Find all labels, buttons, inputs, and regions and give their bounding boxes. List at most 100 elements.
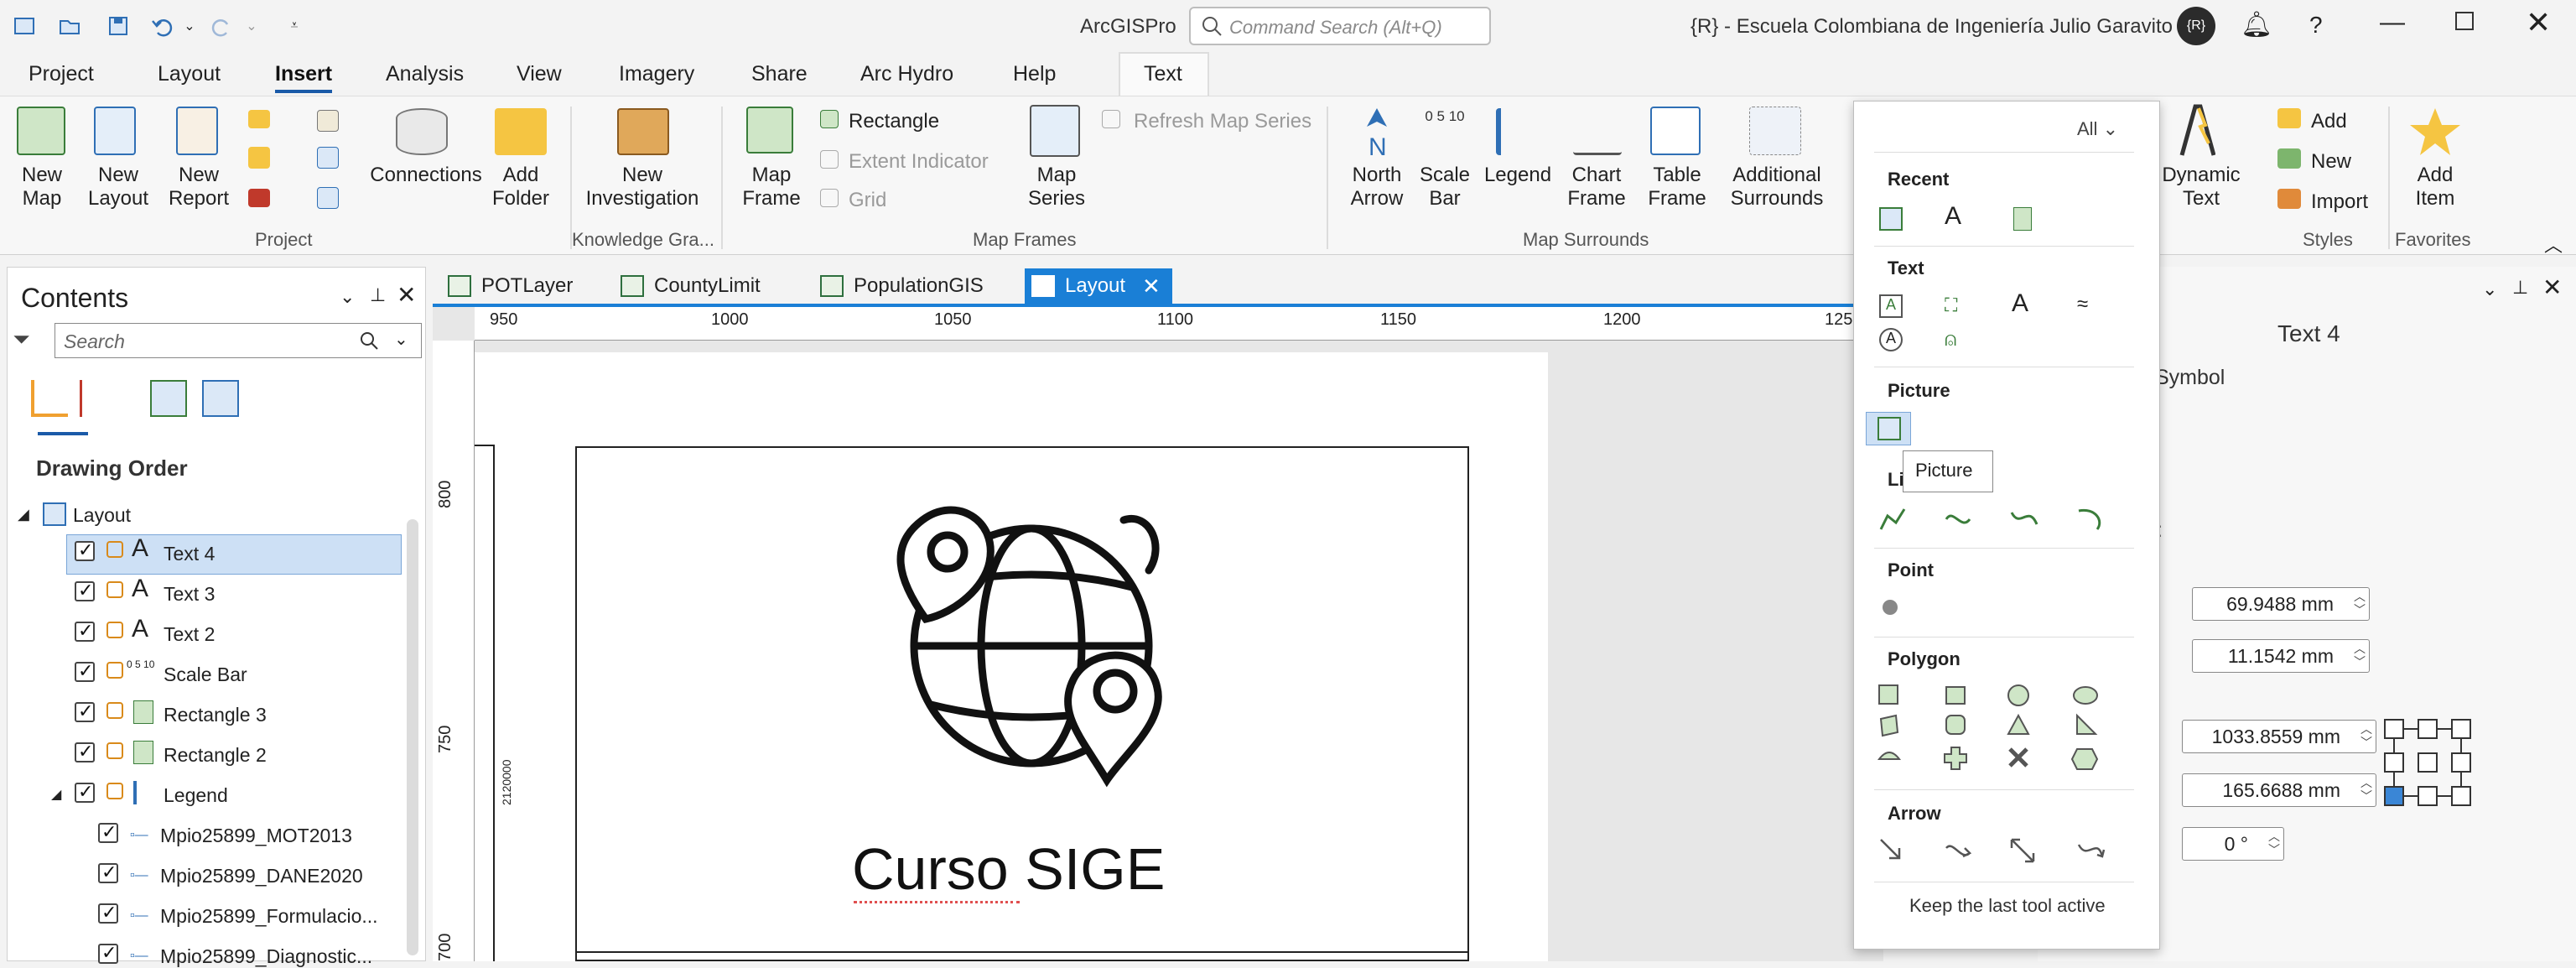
undo-dropdown-icon[interactable]: ⌄ bbox=[181, 12, 198, 40]
tree-item-mot2013[interactable]: Mpio25899_MOT2013 bbox=[160, 825, 352, 847]
tree-item-text-3[interactable]: Text 3 bbox=[164, 583, 215, 606]
pin-icon[interactable]: ⊥ bbox=[2512, 277, 2528, 299]
doc-tab-layout-active[interactable]: Layout ✕ bbox=[1025, 268, 1172, 304]
tab-insert[interactable]: Insert bbox=[275, 62, 333, 93]
chart-frame-button[interactable]: Chart Frame bbox=[1556, 164, 1637, 211]
tab-share[interactable]: Share bbox=[751, 62, 808, 86]
lock-icon[interactable] bbox=[106, 742, 123, 759]
layout-title-text[interactable]: Curso SIGE bbox=[852, 835, 1165, 903]
visibility-checkbox[interactable] bbox=[75, 580, 95, 601]
add-folder-button[interactable]: Add Folder bbox=[483, 164, 558, 211]
spinner-icon[interactable]: ︿ ﹀ bbox=[2268, 830, 2280, 856]
help-icon[interactable]: ? bbox=[2309, 12, 2323, 39]
picture-icon[interactable] bbox=[1879, 207, 1903, 231]
close-pane-icon[interactable]: ✕ bbox=[2542, 273, 2562, 301]
lock-icon[interactable] bbox=[106, 662, 123, 679]
connections-button[interactable]: Connections bbox=[367, 164, 485, 187]
spinner-icon[interactable]: ︿ ﹀ bbox=[2354, 642, 2366, 669]
visibility-checkbox[interactable] bbox=[75, 620, 95, 642]
line-tools[interactable] bbox=[1877, 504, 2129, 534]
y-position-input[interactable]: 165.6688 mm ︿ ﹀ bbox=[2182, 773, 2376, 807]
new-style-button[interactable]: New bbox=[2311, 150, 2351, 174]
visibility-checkbox[interactable] bbox=[98, 942, 118, 964]
contents-scrollbar[interactable] bbox=[407, 519, 418, 955]
contents-search-input[interactable]: Search ⌄ bbox=[55, 323, 422, 358]
refresh-map-series-button[interactable]: Refresh Map Series bbox=[1134, 110, 1311, 133]
project-icon[interactable] bbox=[10, 12, 39, 40]
dynamic-text-button[interactable]: Dynamic Text bbox=[2155, 164, 2247, 211]
undo-icon[interactable] bbox=[148, 12, 176, 40]
visibility-checkbox[interactable] bbox=[75, 660, 95, 682]
visibility-checkbox[interactable] bbox=[98, 902, 118, 924]
callout-text-icon[interactable]: ⛶ bbox=[1945, 294, 1968, 318]
tree-item-formulacion[interactable]: Mpio25899_Formulacio... bbox=[160, 905, 378, 928]
minimize-icon[interactable]: — bbox=[2380, 8, 2405, 37]
map-frame-edge[interactable] bbox=[475, 445, 495, 961]
tab-view[interactable]: View bbox=[517, 62, 562, 86]
anchor-point-grid[interactable] bbox=[2381, 716, 2474, 809]
tree-item-layout[interactable]: Layout bbox=[73, 504, 131, 527]
visibility-checkbox[interactable] bbox=[75, 700, 95, 722]
gallery-filter-dropdown[interactable]: All ⌄ bbox=[2077, 118, 2118, 140]
customize-toolbar-icon[interactable]: ⩡ bbox=[280, 12, 309, 40]
save-icon[interactable] bbox=[104, 12, 132, 40]
tab-imagery[interactable]: Imagery bbox=[619, 62, 694, 86]
symbol-tab[interactable]: Symbol bbox=[2155, 366, 2225, 390]
doc-tab-countylimit[interactable]: CountyLimit bbox=[614, 268, 808, 304]
text-icon[interactable]: A bbox=[1945, 202, 1968, 230]
spinner-icon[interactable]: ︿ ﹀ bbox=[2360, 776, 2372, 803]
tree-item-text-2[interactable]: Text 2 bbox=[164, 623, 215, 646]
picture-item-icon[interactable] bbox=[1877, 417, 1901, 440]
visibility-checkbox[interactable] bbox=[75, 741, 95, 762]
scale-bar-button[interactable]: Scale Bar bbox=[1415, 164, 1474, 211]
rectangle-icon[interactable] bbox=[2013, 207, 2032, 231]
spinner-icon[interactable]: ︿ ﹀ bbox=[2354, 590, 2366, 617]
collapse-ribbon-icon[interactable]: ︿ bbox=[2544, 231, 2563, 258]
notifications-icon[interactable]: 🔔︎ bbox=[2241, 10, 2272, 39]
ellipse-text-icon[interactable]: ⍝ bbox=[1945, 328, 1968, 351]
polygon-tools[interactable] bbox=[1876, 682, 2127, 774]
lock-icon[interactable] bbox=[106, 622, 123, 638]
visibility-checkbox[interactable] bbox=[75, 539, 95, 561]
style-icon[interactable] bbox=[317, 147, 339, 169]
table-frame-button[interactable]: Table Frame bbox=[1637, 164, 1717, 211]
pane-options-icon[interactable]: ⌄ bbox=[2482, 278, 2497, 300]
lock-icon[interactable] bbox=[106, 581, 123, 598]
selection-icon[interactable] bbox=[80, 380, 113, 417]
add-item-button[interactable]: Add Item bbox=[2397, 164, 2474, 211]
tree-item-rectangle-3[interactable]: Rectangle 3 bbox=[164, 704, 267, 726]
width-input[interactable]: 69.9488 mm ︿ ﹀ bbox=[2192, 587, 2370, 621]
visibility-checkbox[interactable] bbox=[98, 821, 118, 843]
additional-surrounds-button[interactable]: Additional Surrounds bbox=[1719, 164, 1835, 211]
drawing-order-icon[interactable] bbox=[31, 380, 68, 417]
new-map-button[interactable]: New Map bbox=[12, 164, 72, 211]
pin-icon[interactable]: ⊥ bbox=[370, 284, 386, 306]
new-layout-button[interactable]: New Layout bbox=[84, 164, 153, 211]
tab-analysis[interactable]: Analysis bbox=[386, 62, 464, 86]
point-icon[interactable] bbox=[1883, 600, 1898, 615]
x-position-input[interactable]: 1033.8559 mm ︿ ﹀ bbox=[2182, 720, 2376, 753]
redo-dropdown-icon[interactable]: ⌄ bbox=[243, 12, 260, 40]
import-style-button[interactable]: Import bbox=[2311, 190, 2368, 214]
lock-icon[interactable] bbox=[106, 783, 123, 799]
tree-item-diagnostico[interactable]: Mpio25899_Diagnostic... bbox=[160, 945, 372, 968]
doc-tab-populationgis[interactable]: PopulationGIS bbox=[813, 268, 1021, 304]
globe-location-icon[interactable] bbox=[872, 487, 1174, 797]
pane-options-icon[interactable]: ⌄ bbox=[340, 286, 355, 308]
avatar[interactable]: {R} bbox=[2177, 7, 2215, 45]
extent-indicator-button[interactable]: Extent Indicator bbox=[849, 150, 989, 174]
tree-item-dane2020[interactable]: Mpio25899_DANE2020 bbox=[160, 865, 363, 887]
toolbox-icon[interactable] bbox=[248, 147, 270, 169]
redo-icon[interactable] bbox=[208, 12, 236, 40]
straight-text-icon[interactable]: A bbox=[2012, 289, 2035, 317]
close-window-icon[interactable]: ✕ bbox=[2526, 5, 2551, 40]
tab-text[interactable]: Text bbox=[1144, 62, 1182, 86]
tab-project[interactable]: Project bbox=[29, 62, 94, 86]
tab-arc-hydro[interactable]: Arc Hydro bbox=[860, 62, 953, 86]
filter-icon[interactable]: ⏷ bbox=[13, 326, 30, 353]
gallery-scrollbar[interactable] bbox=[2148, 252, 2154, 957]
map-frame-button[interactable]: Map Frame bbox=[731, 164, 812, 211]
rectangle-button[interactable]: Rectangle bbox=[849, 110, 939, 133]
expand-layout-icon[interactable]: ◢ bbox=[18, 506, 29, 523]
open-icon[interactable] bbox=[55, 12, 84, 40]
